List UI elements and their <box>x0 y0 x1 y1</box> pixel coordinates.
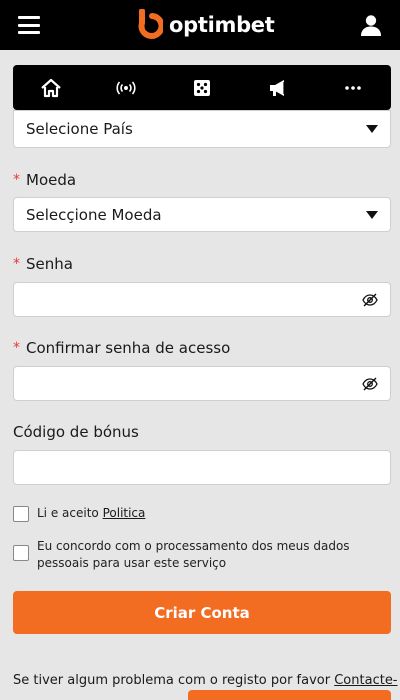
nav-home[interactable] <box>31 68 71 108</box>
more-icon <box>345 85 361 90</box>
password-field[interactable] <box>13 282 391 317</box>
currency-select-value: Selecçione Moeda <box>26 205 162 224</box>
password-label: * Senha <box>13 255 73 273</box>
currency-select[interactable]: Selecçione Moeda <box>13 197 391 232</box>
nav-live[interactable] <box>106 68 146 108</box>
home-icon <box>41 78 61 97</box>
bonus-code-label: Código de bónus <box>13 423 139 441</box>
help-text: Se tiver algum problema com o registo po… <box>13 673 398 688</box>
registration-form: Selecione País * Moeda Selecçione Moeda … <box>13 110 391 634</box>
consent-checkbox[interactable] <box>13 545 29 561</box>
required-mark: * <box>13 340 20 356</box>
country-select-value: Selecione País <box>26 120 133 138</box>
top-bar: optimbet <box>0 0 400 50</box>
nav-more[interactable] <box>333 68 373 108</box>
nav-promotions[interactable] <box>258 68 298 108</box>
eye-off-icon[interactable] <box>362 292 378 308</box>
brand-name: optimbet <box>169 13 275 37</box>
megaphone-icon <box>269 79 285 96</box>
required-mark: * <box>13 172 20 188</box>
consent-row: Eu concordo com o processamento dos meus… <box>13 538 391 572</box>
contact-button[interactable] <box>188 690 391 700</box>
terms-checkbox[interactable] <box>13 506 29 522</box>
currency-label: * Moeda <box>13 171 77 189</box>
country-select[interactable]: Selecione País <box>13 110 391 148</box>
eye-off-icon[interactable] <box>362 376 378 392</box>
chevron-down-icon <box>366 210 378 219</box>
user-icon[interactable] <box>360 14 382 36</box>
confirm-password-field[interactable] <box>13 366 391 401</box>
required-mark: * <box>13 256 20 272</box>
logo-mark-icon <box>138 9 163 39</box>
dice-icon <box>193 79 210 96</box>
chevron-down-icon <box>366 125 378 133</box>
contact-link[interactable]: Contacte- <box>334 673 397 688</box>
create-account-button[interactable]: Criar Conta <box>13 591 391 634</box>
policy-link[interactable]: Politica <box>103 506 146 520</box>
live-icon <box>116 80 136 95</box>
bonus-code-field[interactable] <box>13 450 391 485</box>
consent-text: Eu concordo com o processamento dos meus… <box>37 539 350 570</box>
nav-bar <box>13 65 391 110</box>
logo[interactable]: optimbet <box>133 9 275 41</box>
nav-casino[interactable] <box>182 68 222 108</box>
terms-row: Li e aceito Politica <box>13 505 391 522</box>
menu-icon[interactable] <box>18 16 40 34</box>
confirm-password-label: * Confirmar senha de acesso <box>13 339 231 357</box>
